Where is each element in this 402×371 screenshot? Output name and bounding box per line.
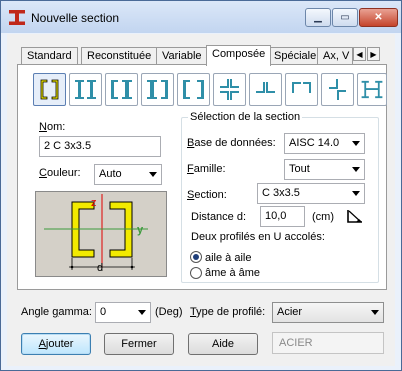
double-channel-face-to-face-icon <box>183 80 204 99</box>
couleur-value: Auto <box>99 168 122 180</box>
chevron-down-icon <box>352 167 360 172</box>
famille-select[interactable]: Tout <box>284 159 365 180</box>
tab-scroll-right-icon[interactable]: ▶ <box>367 47 380 61</box>
radio-aile-a-aile[interactable] <box>190 251 202 263</box>
tab-composee[interactable]: Composée <box>206 45 272 66</box>
chevron-down-icon <box>371 310 379 315</box>
double-angle-t-button[interactable] <box>249 73 282 106</box>
maximize-button[interactable]: ▭ <box>332 8 358 27</box>
chevron-down-icon <box>149 172 157 177</box>
type-profile-select[interactable]: Acier <box>272 302 384 323</box>
famille-label: Famille: <box>187 163 226 175</box>
double-channel-face-to-face-button[interactable] <box>177 73 210 106</box>
section-label: Section: <box>187 189 227 201</box>
minimize-button[interactable]: ▁ <box>305 8 331 27</box>
channel-i-combo-icon <box>111 80 132 99</box>
distance-unit: (cm) <box>312 211 334 223</box>
cross-angles-icon <box>220 79 239 100</box>
material-display: ACIER <box>272 332 384 354</box>
tab-speciale[interactable]: Spéciale <box>268 47 323 65</box>
base-value: AISC 14.0 <box>289 137 340 149</box>
angle-select[interactable]: 0 <box>95 302 151 323</box>
option-aile-a-aile-label: aile à aile <box>205 252 252 264</box>
close-button[interactable]: ✕ <box>359 8 398 27</box>
double-angle-t-icon <box>256 82 275 93</box>
angle-box-button[interactable] <box>285 73 318 106</box>
y-axis-label: y <box>137 224 144 236</box>
base-label: Base de données: <box>187 137 276 149</box>
tab-scroll-left-icon[interactable]: ◀ <box>353 47 366 61</box>
close-dialog-button[interactable]: Fermer <box>104 333 174 355</box>
tab-reconstituee[interactable]: Reconstituée <box>81 47 158 65</box>
measure-distance-icon[interactable] <box>345 207 365 225</box>
double-channel-back-to-back-icon <box>40 79 59 100</box>
title-bar: Nouvelle section ▁ ▭ ✕ <box>1 1 401 33</box>
chevron-down-icon <box>352 191 360 196</box>
nom-label: Nom: <box>39 121 66 133</box>
beam-app-icon <box>9 10 25 25</box>
double-channel-back-to-back-button[interactable] <box>33 73 66 106</box>
angle-value: 0 <box>100 306 107 318</box>
double-i-beam-button[interactable] <box>69 73 102 106</box>
option-ame-a-ame-label: âme à âme <box>205 267 261 279</box>
tab-standard[interactable]: Standard <box>21 47 78 65</box>
cross-angles-button[interactable] <box>213 73 246 106</box>
couleur-select[interactable]: Auto <box>94 164 162 185</box>
section-value: C 3x3.5 <box>262 187 300 199</box>
section-select[interactable]: C 3x3.5 <box>257 183 365 204</box>
angle-unit: (Deg) <box>155 306 183 318</box>
angle-z-button[interactable] <box>321 73 354 106</box>
chevron-down-icon <box>138 310 146 315</box>
tab-ax-v[interactable]: Ax, V <box>317 47 353 65</box>
i-channel-combo-icon <box>147 80 168 99</box>
deux-profils-label: Deux profilés en U accolés: <box>191 231 325 243</box>
dialog-window: Nouvelle section ▁ ▭ ✕ Standard Reconsti… <box>0 0 402 371</box>
d-dimension-label: d <box>97 262 104 274</box>
nom-input[interactable]: 2 C 3x3.5 <box>39 136 161 157</box>
selection-title: Sélection de la section <box>188 111 303 123</box>
angle-z-icon <box>329 79 346 100</box>
chevron-down-icon <box>352 141 360 146</box>
couleur-label: Couleur: <box>39 167 81 179</box>
distance-label: Distance d: <box>191 211 247 223</box>
window-title: Nouvelle section <box>31 11 120 25</box>
double-i-beam-icon <box>75 80 96 99</box>
tab-variable[interactable]: Variable <box>156 47 208 65</box>
help-button[interactable]: Aide <box>188 333 258 355</box>
famille-value: Tout <box>289 163 310 175</box>
z-axis-label: z <box>91 197 97 209</box>
radio-ame-a-ame[interactable] <box>190 267 202 279</box>
channel-i-combo-button[interactable] <box>105 73 138 106</box>
built-up-h-button[interactable] <box>357 73 387 106</box>
built-up-h-icon <box>361 80 383 99</box>
distance-input[interactable]: 10,0 <box>260 206 305 227</box>
i-channel-combo-button[interactable] <box>141 73 174 106</box>
add-button[interactable]: Ajouter <box>21 333 91 355</box>
angle-box-icon <box>292 82 311 93</box>
type-profile-label: Type de profilé: <box>190 306 266 318</box>
angle-label: Angle gamma: <box>21 306 92 318</box>
base-select[interactable]: AISC 14.0 <box>284 133 365 154</box>
type-profile-value: Acier <box>277 306 303 318</box>
